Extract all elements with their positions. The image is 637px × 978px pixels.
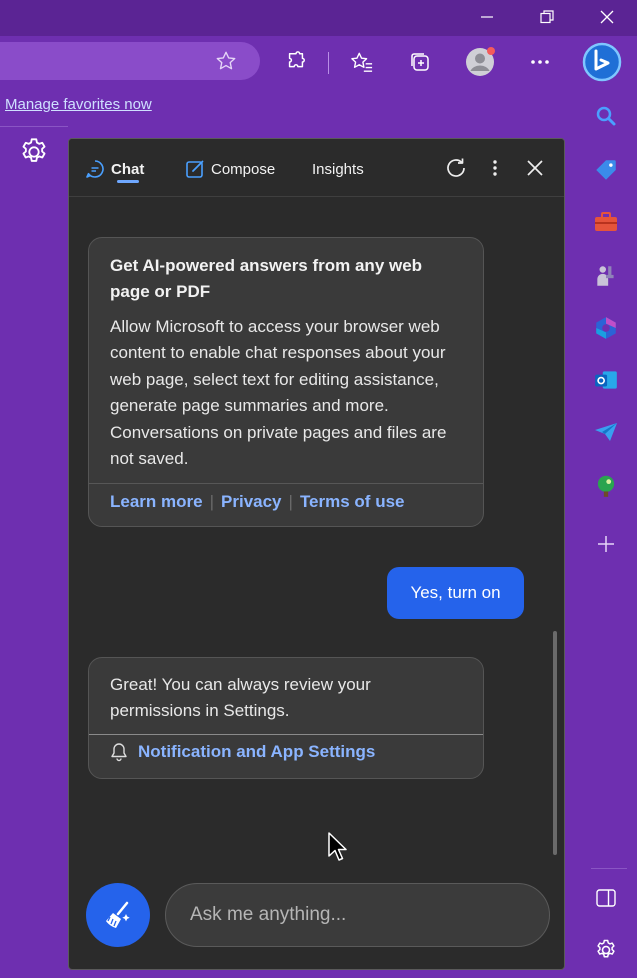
rail-shopping-button[interactable] <box>588 152 624 188</box>
notification-settings-link[interactable]: Notification and App Settings <box>110 742 375 762</box>
sidebar-settings-button[interactable] <box>588 932 624 968</box>
shopping-icon <box>596 160 616 180</box>
tab-insights[interactable]: Insights <box>312 157 364 181</box>
card-divider <box>89 483 483 484</box>
user-message: Yes, turn on <box>387 567 524 619</box>
reply-card: Great! You can always review your permis… <box>88 657 484 779</box>
permission-card: Get AI-powered answers from any web page… <box>88 237 484 527</box>
more-vertical-icon <box>493 160 497 176</box>
privacy-link[interactable]: Privacy <box>221 492 282 512</box>
panel-close-button[interactable] <box>520 153 550 183</box>
rail-drop-button[interactable] <box>588 414 624 450</box>
close-icon <box>527 160 543 176</box>
favorite-star-button[interactable] <box>212 47 240 75</box>
title-bar <box>0 0 637 36</box>
rail-add-button[interactable] <box>588 526 624 562</box>
chat-scrollbar[interactable] <box>553 631 557 855</box>
page-settings-button[interactable] <box>18 136 50 168</box>
collections-icon <box>411 53 429 71</box>
terms-of-use-link[interactable]: Terms of use <box>300 492 405 512</box>
ask-input-placeholder: Ask me anything... <box>190 904 347 925</box>
minimize-icon <box>481 16 493 18</box>
link-separator: | <box>288 492 293 511</box>
divider <box>0 126 68 127</box>
favorites-bar: Manage favorites now <box>0 92 580 122</box>
ask-input[interactable]: Ask me anything... <box>165 883 550 947</box>
sidebar-toggle-icon <box>596 889 616 907</box>
extensions-button[interactable] <box>278 44 314 80</box>
tab-compose-label: Compose <box>211 160 276 178</box>
star-icon <box>216 51 236 70</box>
minimize-button[interactable] <box>457 0 517 34</box>
add-icon <box>598 536 614 552</box>
games-icon <box>597 266 614 286</box>
card-title: Get AI-powered answers from any web page… <box>110 256 423 301</box>
mouse-cursor-icon <box>328 832 347 861</box>
close-icon <box>600 10 614 24</box>
gear-icon <box>22 138 46 162</box>
rail-games-button[interactable] <box>588 258 624 294</box>
restore-icon <box>540 10 554 24</box>
outlook-icon <box>595 371 617 389</box>
compose-icon <box>186 160 204 178</box>
rail-tools-button[interactable] <box>588 204 624 240</box>
close-window-button[interactable] <box>577 0 637 34</box>
chat-icon <box>86 160 104 178</box>
rail-divider <box>591 868 627 869</box>
tab-insights-label: Insights <box>312 160 364 178</box>
tab-chat[interactable]: Chat <box>85 157 144 181</box>
learn-more-link[interactable]: Learn more <box>110 492 203 512</box>
rail-microsoft365-button[interactable] <box>588 310 624 346</box>
rail-search-button[interactable] <box>588 98 624 134</box>
panel-header: Chat Compose Insights <box>69 139 564 197</box>
address-bar[interactable] <box>0 42 260 80</box>
refresh-icon <box>447 158 465 177</box>
reply-text: Great! You can always review your permis… <box>110 675 371 721</box>
profile-button[interactable] <box>462 44 498 80</box>
collections-button[interactable] <box>402 44 438 80</box>
active-tab-indicator <box>117 180 139 183</box>
panel-more-button[interactable] <box>480 153 510 183</box>
bell-icon <box>111 743 127 762</box>
copilot-panel: Chat Compose Insights Get AI-powered ans… <box>68 138 565 970</box>
microsoft365-icon <box>596 317 616 339</box>
notification-settings-label: Notification and App Settings <box>138 742 376 761</box>
favorites-icon <box>351 52 373 72</box>
more-icon <box>531 60 549 64</box>
sidebar-rail <box>583 92 637 978</box>
browser-toolbar <box>0 36 637 92</box>
card-divider <box>89 734 483 735</box>
card-body: Allow Microsoft to access your browser w… <box>110 317 447 469</box>
manage-favorites-link[interactable]: Manage favorites now <box>5 96 152 113</box>
settings-icon <box>597 939 615 958</box>
rail-app-button[interactable] <box>588 468 624 504</box>
toolbar-separator <box>328 52 329 74</box>
drop-icon <box>595 423 617 441</box>
broom-icon <box>106 901 130 928</box>
tools-icon <box>595 212 617 231</box>
tab-compose[interactable]: Compose <box>185 157 275 181</box>
extensions-icon <box>288 51 305 68</box>
more-button[interactable] <box>522 44 558 80</box>
tab-chat-label: Chat <box>111 160 145 178</box>
copilot-icon <box>582 42 622 82</box>
app-icon <box>597 475 615 497</box>
sidebar-toggle-button[interactable] <box>588 880 624 916</box>
copilot-button[interactable] <box>582 42 622 82</box>
refresh-button[interactable] <box>441 153 471 183</box>
new-topic-button[interactable] <box>86 883 150 947</box>
search-icon <box>596 106 616 126</box>
favorites-button[interactable] <box>344 44 380 80</box>
rail-outlook-button[interactable] <box>588 362 624 398</box>
profile-avatar <box>466 47 495 76</box>
link-separator: | <box>209 492 215 511</box>
card-links: Learn more | Privacy | Terms of use <box>110 492 405 512</box>
restore-button[interactable] <box>517 0 577 34</box>
